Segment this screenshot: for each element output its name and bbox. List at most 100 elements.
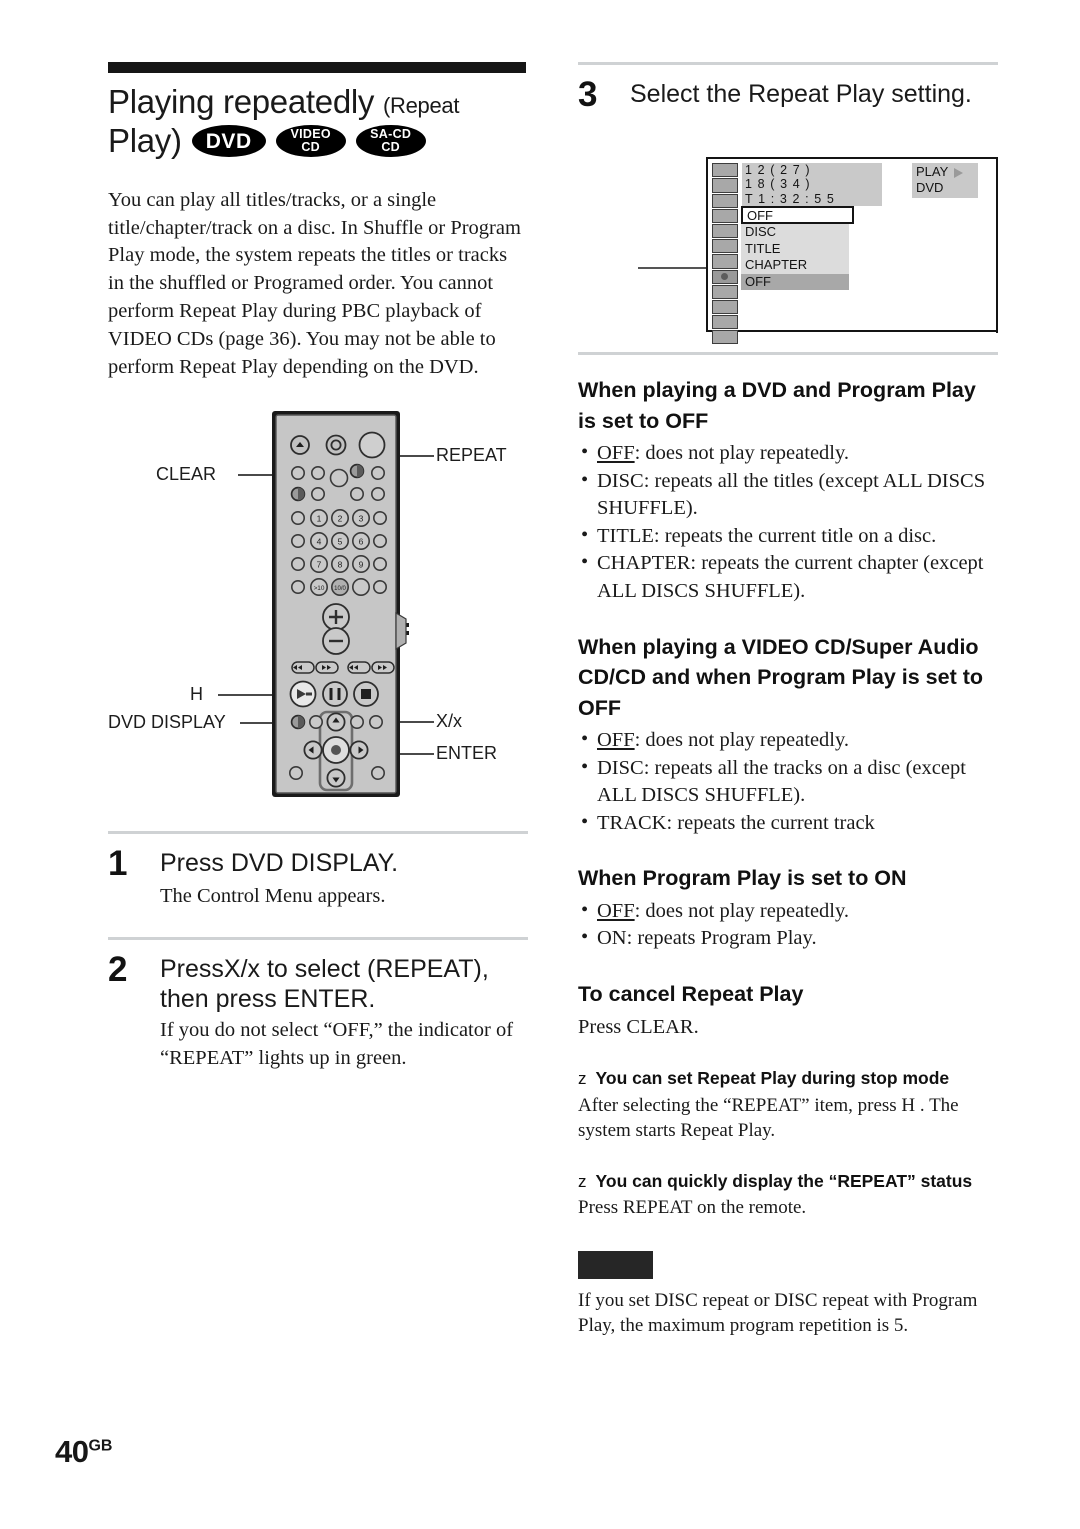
intro-paragraph: You can play all titles/tracks, or a sin… [108,188,521,378]
title-rule [108,62,526,73]
list-item: OFF: does not play repeatedly. [578,439,998,468]
control-menu-screen: 1 2 ( 2 7 ) 1 8 ( 3 4 ) T 1 : 3 2 : 5 5 … [706,156,998,345]
list-item: OFF: does not play repeatedly. [578,726,998,755]
section-divider [578,352,998,356]
disc-badge-video-cd-line1: VIDEO [290,126,331,141]
right-column: 3 Select the Repeat Play setting. 1 2 (… [578,62,998,1339]
menu-icon-slot-repeat-selected[interactable] [712,269,738,284]
svg-text:5: 5 [338,537,343,547]
osd-info-line-3: T 1 : 3 2 : 5 5 [745,191,835,206]
page-title-suffix-1: (Repeat [382,93,460,118]
bullet-text: : repeats all the titles (except ALL DIS… [597,469,986,520]
note-block: If you set DISC repeat or DISC repeat wi… [578,1250,998,1339]
osd-info-line-1: 1 2 ( 2 7 ) [745,163,811,178]
remote-control-illustration: CLEAR REPEAT H DVD DISPLAY X/x ENTER 1 2… [108,405,528,805]
svg-text:4: 4 [317,537,322,547]
step-2-body: If you do not select “OFF,” the indicato… [160,1019,514,1069]
osd-option-chapter[interactable]: CHAPTER [741,257,849,274]
tip-marker-icon: z [578,1069,587,1089]
osd-status-disc-type: DVD [916,180,944,196]
bullet-text: : does not play repeatedly. [634,442,850,465]
svg-text:>10: >10 [314,585,325,592]
page-title: Playing repeatedly (Repeat [108,83,528,121]
step-2-title: PressX/x to select (REPEAT), then press … [160,955,489,1014]
menu-icon-slot[interactable] [712,330,738,345]
page-title-suffix-2: Play) [108,121,182,159]
play-triangle-icon [954,167,964,178]
heading-program-play-on: When Program Play is set to ON [578,866,907,891]
osd-info-line-2: 1 8 ( 3 4 ) [745,177,811,192]
menu-icon-slot[interactable] [712,223,738,239]
menu-icon-slot[interactable] [712,315,738,330]
svg-text:2: 2 [338,514,343,524]
bullet-term: OFF [597,899,635,922]
list-dvd-program-off: OFF: does not play repeatedly. DISC: rep… [578,439,998,605]
disc-badge-dvd: DVD [191,125,266,158]
control-menu-info: 1 2 ( 2 7 ) 1 8 ( 3 4 ) T 1 : 3 2 : 5 5 [742,163,882,207]
svg-text:8: 8 [338,560,343,570]
osd-option-title[interactable]: TITLE [741,241,849,258]
control-menu-options: OFF DISC TITLE CHAPTER OFF [741,206,854,291]
osd-status-play-label: PLAY [916,164,949,180]
menu-icon-slot[interactable] [712,193,738,208]
step-1: 1 Press DVD DISPLAY. The Control Menu ap… [108,831,528,911]
step-2: 2 PressX/x to select (REPEAT), then pres… [108,937,528,1072]
tip-stop-mode-heading: z You can set Repeat Play during stop mod… [578,1067,998,1091]
left-column: Playing repeatedly (Repeat Play) DVD VID… [108,62,528,1072]
disc-badge-sa-cd: SA-CD CD [355,125,426,158]
step-3-number: 3 [578,75,598,114]
bullet-text: : repeats the current title on a disc. [653,524,937,547]
osd-option-disc[interactable]: DISC [741,224,849,241]
step-2-number: 2 [108,950,128,990]
selection-dot-icon [721,273,728,281]
leader-osd-selection [638,267,710,269]
menu-icon-slot[interactable] [712,299,738,315]
list-item: DISC: repeats all the titles (except ALL… [578,467,998,523]
heading-dvd-program-off: When playing a DVD and Program Play is s… [578,378,976,433]
page-title-main: Playing repeatedly [108,83,375,120]
svg-text:3: 3 [359,514,364,524]
disc-badge-video-cd-line2: CD [301,140,321,155]
tip-marker-icon: z [578,1171,587,1191]
bullet-text: : repeats Program Play. [626,927,817,950]
osd-option-off-highlighted[interactable]: OFF [741,273,849,291]
menu-icon-slot[interactable] [712,284,738,299]
menu-icon-slot[interactable] [712,208,738,223]
disc-badge-video-cd: VIDEO CD [275,125,346,158]
bullet-term: CHAPTER [597,552,691,575]
tip-heading-text: You can quickly display the “REPEAT” sta… [595,1170,973,1191]
note-tag-badge [578,1250,653,1279]
disc-badge-sa-cd-line1: SA-CD [370,126,412,141]
step-3: 3 Select the Repeat Play setting. 1 2 (… [578,62,998,345]
svg-text:7: 7 [317,560,322,570]
menu-icon-slot[interactable] [712,239,738,254]
list-item: CHAPTER: repeats the current chapter (ex… [578,549,998,605]
menu-icon-slot[interactable] [712,178,738,193]
menu-icon-slot[interactable] [712,163,738,178]
step-1-body: The Control Menu appears. [160,885,386,908]
osd-option-list: DISC TITLE CHAPTER OFF [741,224,849,291]
list-item: OFF: does not play repeatedly. [578,897,998,926]
bullet-term: TITLE [597,524,654,547]
list-item: DISC: repeats all the tracks on a disc (… [578,754,998,810]
page-number: 40 [55,1434,89,1469]
osd-current-value[interactable]: OFF [741,206,854,225]
bullet-term: ON [597,927,627,950]
bullet-term: OFF [597,442,635,465]
tip-quick-display-heading: z You can quickly display the “REPEAT” st… [578,1170,998,1194]
tip-quick-display-body: Press REPEAT on the remote. [578,1197,807,1219]
manual-page: Playing repeatedly (Repeat Play) DVD VID… [0,0,1080,1529]
title-badge-row: Play) DVD VIDEO CD SA-CD CD [108,121,528,160]
disc-badge-sa-cd-line2: CD [381,140,401,155]
step-2-head: 2 PressX/x to select (REPEAT), then pres… [108,950,528,1014]
list-item: ON: repeats Program Play. [578,924,998,953]
cancel-repeat-play-body: Press CLEAR. [578,1015,699,1038]
osd-status-play: PLAY [916,164,978,180]
tip-heading-text: You can set Repeat Play during stop mode [595,1068,950,1089]
page-region: GB [88,1437,113,1455]
menu-icon-slot[interactable] [712,254,738,269]
heading-cancel-repeat-play: To cancel Repeat Play [578,982,804,1007]
svg-text:6: 6 [359,537,364,547]
step-1-head: 1 Press DVD DISPLAY. [108,846,528,881]
tip-stop-mode: z You can set Repeat Play during stop mod… [578,1067,998,1143]
